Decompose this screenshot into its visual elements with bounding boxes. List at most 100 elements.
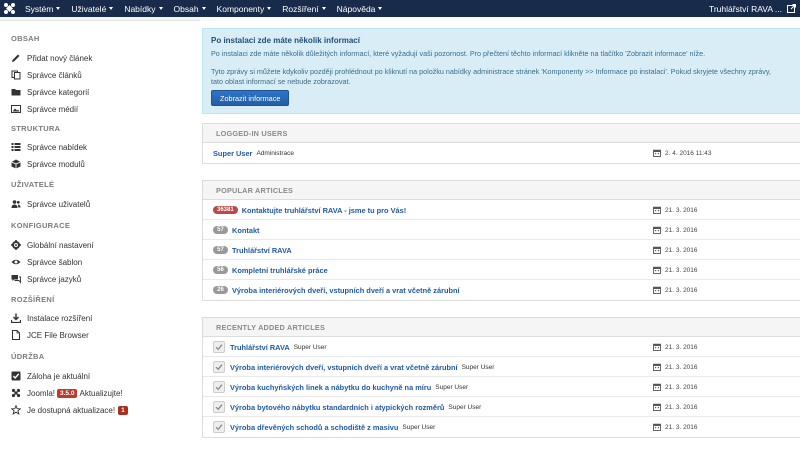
menu-label: Nabídky: [124, 3, 156, 14]
list-icon: [11, 142, 21, 152]
sidebar-item[interactable]: Správce jazyků: [11, 274, 81, 284]
date-label: 2. 4. 2016 11:43: [665, 149, 712, 157]
article-link[interactable]: Kontakt: [232, 226, 260, 235]
menu-extensions[interactable]: Rozšíření: [282, 3, 326, 14]
article-link[interactable]: Truhlářství RAVA: [232, 246, 292, 255]
info-paragraph-1: Po instalaci zde máte několik důležitých…: [211, 49, 706, 58]
published-check-icon[interactable]: [213, 401, 225, 413]
menu-menus[interactable]: Nabídky: [124, 3, 163, 14]
menu-components[interactable]: Komponenty: [217, 4, 272, 14]
star-icon: [11, 405, 21, 415]
menu-label: Obsah: [173, 3, 199, 14]
caret-down-icon: [201, 7, 206, 10]
article-link[interactable]: Výroba bytového nábytku standardních i a…: [230, 403, 444, 412]
download-icon: [11, 313, 21, 323]
article-link[interactable]: Výroba dřevěných schodů a schodiště z ma…: [230, 423, 398, 432]
article-link[interactable]: Výroba interiérových dveří, vstupních dv…: [230, 363, 458, 372]
menu-label: Komponenty: [216, 3, 265, 14]
eye-icon: [11, 257, 21, 267]
article-link[interactable]: Výroba interiérových dveří, vstupních dv…: [232, 286, 460, 295]
sidebar-item-label: Přidat nový článek: [27, 53, 93, 63]
list-item: Výroba bytového nábytku standardních i a…: [203, 397, 800, 417]
joomla-update-link[interactable]: Joomla! 3.5.0 Aktualizujte!: [11, 388, 123, 398]
menu-system[interactable]: Systém: [25, 3, 61, 14]
sidebar-heading: KONFIGURACE: [11, 221, 71, 230]
sidebar-item-label: Správce jazyků: [27, 274, 82, 284]
author-label: Super User: [435, 383, 469, 391]
list-item: 56 Kompletní truhlářské práce 21. 3. 2016: [203, 260, 800, 280]
show-info-button[interactable]: Zobrazit informace: [211, 90, 290, 106]
extension-updates-link[interactable]: Je dostupná aktualizace! 1: [11, 405, 128, 415]
menu-help[interactable]: Nápověda: [337, 4, 383, 14]
sidebar-item[interactable]: Globální nastavení: [11, 240, 94, 250]
external-link-icon[interactable]: [787, 4, 796, 13]
hits-badge: 57: [213, 226, 228, 234]
sidebar-item-label: Správce nabídek: [27, 142, 88, 152]
published-check-icon[interactable]: [213, 421, 225, 433]
author-label: Super User: [461, 363, 495, 371]
article-link[interactable]: Truhlářství RAVA: [230, 343, 290, 352]
date-label: 21. 3. 2016: [665, 363, 698, 371]
date-label: 21. 3. 2016: [665, 403, 698, 411]
joomla-logo-icon[interactable]: [3, 2, 16, 15]
caret-down-icon: [56, 7, 61, 10]
menu-users[interactable]: Uživatelé: [71, 4, 114, 14]
list-item: Super User Administrace 2. 4. 2016 11:43: [203, 143, 800, 163]
sidebar: OBSAH Přidat nový článek Správce článků Spr…: [0, 22, 195, 457]
user-link[interactable]: Super User: [213, 149, 252, 158]
site-name-link[interactable]: Truhlářství RAVA ...: [709, 0, 782, 17]
sidebar-item-label: Správce článků: [27, 70, 82, 80]
published-check-icon[interactable]: [213, 341, 225, 353]
calendar-icon: [653, 226, 661, 234]
date-label: 21. 3. 2016: [665, 343, 698, 351]
sidebar-heading: OBSAH: [11, 34, 40, 43]
sidebar-heading: UŽIVATELÉ: [11, 180, 55, 189]
published-check-icon[interactable]: [213, 361, 225, 373]
gear-icon: [11, 240, 21, 250]
sidebar-item[interactable]: Správce modulů: [11, 159, 85, 169]
sidebar-item-label: Globální nastavení: [27, 240, 94, 250]
cube-icon: [11, 159, 21, 169]
sidebar-item[interactable]: Správce šablon: [11, 257, 82, 267]
updates-label: Je dostupná aktualizace!: [27, 405, 116, 415]
postinstall-info-box: Po instalaci zde máte několik informací …: [202, 28, 800, 114]
list-item: 57 Kontakt 21. 3. 2016: [203, 220, 800, 240]
menu-label: Rozšíření: [282, 3, 319, 14]
sidebar-item[interactable]: Správce článků: [11, 70, 82, 80]
sidebar-item[interactable]: Správce uživatelů: [11, 199, 90, 209]
list-item: 26 Výroba interiérových dveří, vstupních …: [203, 280, 800, 300]
sidebar-item[interactable]: Správce nabídek: [11, 142, 87, 152]
hits-badge: 57: [213, 246, 228, 254]
date-label: 21. 3. 2016: [665, 286, 698, 294]
sidebar-item-label: Správce médií: [27, 104, 79, 114]
menu-label: Systém: [25, 3, 54, 14]
list-item: Výroba interiérových dveří, vstupních dv…: [203, 357, 800, 377]
sidebar-item[interactable]: JCE File Browser: [11, 330, 89, 340]
caret-down-icon: [109, 7, 114, 10]
hits-badge: 26: [213, 286, 228, 294]
article-link[interactable]: Kompletní truhlářské práce: [232, 266, 328, 275]
calendar-icon: [653, 363, 661, 371]
update-now-label: Aktualizujte!: [79, 388, 123, 398]
sidebar-item[interactable]: Správce médií: [11, 104, 78, 114]
sidebar-item-label: Správce kategorií: [27, 87, 90, 97]
calendar-icon: [653, 383, 661, 391]
author-label: Super User: [293, 343, 327, 351]
sidebar-item[interactable]: Instalace rozšíření: [11, 313, 92, 323]
menu-content[interactable]: Obsah: [174, 4, 206, 14]
published-check-icon[interactable]: [213, 381, 225, 393]
file-icon: [11, 330, 21, 340]
calendar-icon: [653, 206, 661, 214]
panel-heading: RECENTLY ADDED ARTICLES: [203, 318, 800, 337]
sidebar-item[interactable]: Záloha je aktuální: [11, 371, 90, 381]
date-label: 21. 3. 2016: [665, 423, 698, 431]
article-link[interactable]: Kontaktujte truhlářství RAVA - jsme tu p…: [242, 206, 407, 215]
users-icon: [11, 199, 21, 209]
date-label: 21. 3. 2016: [665, 246, 698, 254]
article-link[interactable]: Výroba kuchyňských linek a nábytku do ku…: [230, 383, 431, 392]
date-label: 21. 3. 2016: [665, 206, 698, 214]
calendar-icon: [653, 266, 661, 274]
sidebar-item[interactable]: Přidat nový článek: [11, 53, 92, 63]
sidebar-item[interactable]: Správce kategorií: [11, 87, 89, 97]
sidebar-item-label: Záloha je aktuální: [27, 371, 91, 381]
